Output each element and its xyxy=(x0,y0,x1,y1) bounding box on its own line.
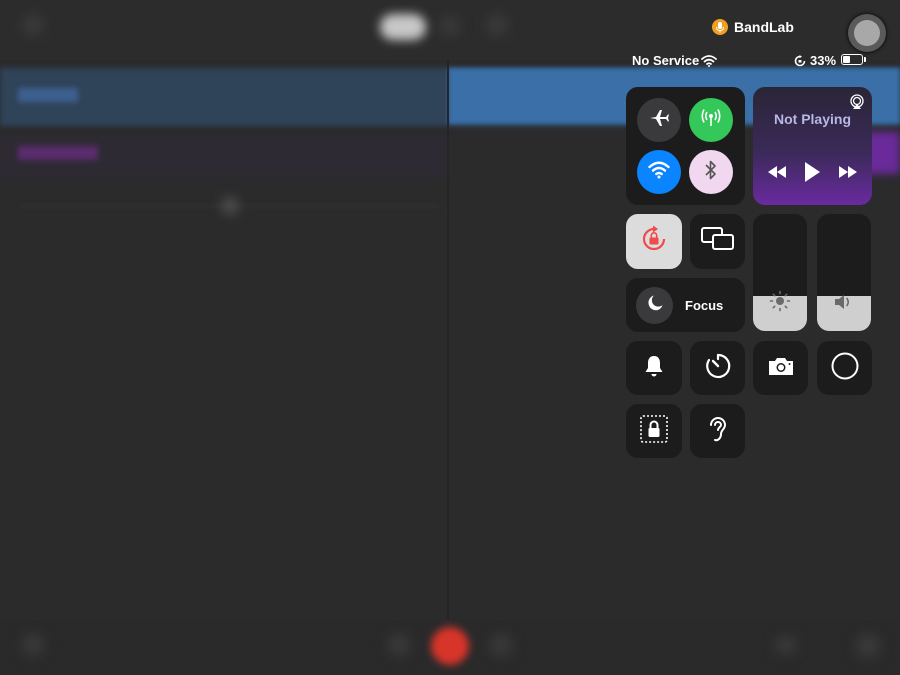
now-playing-title: Not Playing xyxy=(773,111,851,127)
wifi-toggle[interactable] xyxy=(637,150,681,194)
background-bottom-icon xyxy=(22,634,44,656)
rewind-icon[interactable] xyxy=(767,165,787,184)
screen-record-icon xyxy=(830,351,860,386)
focus-icon-circle xyxy=(636,286,673,324)
background-bottom-icon xyxy=(856,634,880,658)
mic-icon xyxy=(712,19,728,35)
screen-mirroring-button[interactable] xyxy=(690,214,745,269)
orientation-lock-status-icon xyxy=(794,54,806,72)
silent-mode-button[interactable] xyxy=(626,341,682,395)
background-toolbar-icon xyxy=(22,14,44,36)
wifi-icon xyxy=(648,161,670,184)
hearing-icon xyxy=(706,414,730,449)
background-toolbar-icon xyxy=(486,14,508,36)
active-app-name: BandLab xyxy=(734,19,794,35)
background-divider xyxy=(447,60,449,620)
cellular-icon xyxy=(700,107,722,134)
bell-icon xyxy=(643,354,665,383)
volume-icon-wrap xyxy=(817,292,871,317)
camera-icon xyxy=(767,355,795,382)
background-toolbar-pill xyxy=(380,14,426,40)
brightness-icon-wrap xyxy=(753,290,807,317)
connectivity-module xyxy=(626,87,745,205)
wifi-status-icon xyxy=(701,54,717,72)
carrier-status: No Service xyxy=(632,53,699,68)
carrier-text: No Service xyxy=(632,53,700,68)
focus-label: Focus xyxy=(685,297,724,313)
screen-mirroring-icon xyxy=(700,227,735,256)
bluetooth-toggle[interactable] xyxy=(689,150,733,194)
background-bottom-icon xyxy=(775,636,797,654)
battery-percent-text: 33% xyxy=(810,53,837,68)
brightness-icon xyxy=(769,290,791,317)
now-playing-module[interactable]: Not Playing xyxy=(753,87,872,205)
moon-icon xyxy=(646,294,664,317)
battery-level xyxy=(843,56,850,63)
background-toolbar-icon xyxy=(440,16,460,36)
rotation-lock-icon xyxy=(639,224,669,259)
background-track-label xyxy=(18,146,98,160)
play-icon[interactable] xyxy=(803,161,821,188)
hearing-button[interactable] xyxy=(690,404,745,458)
volume-icon xyxy=(833,292,855,317)
battery-percent: 33% xyxy=(810,53,836,68)
timer-button[interactable] xyxy=(690,341,745,395)
bluetooth-icon xyxy=(704,159,718,186)
focus-button[interactable]: Focus xyxy=(626,278,745,332)
camera-button[interactable] xyxy=(753,341,808,395)
background-track-label xyxy=(18,88,78,102)
airplane-icon xyxy=(648,107,670,134)
brightness-slider[interactable] xyxy=(753,214,807,331)
media-controls xyxy=(753,161,872,188)
active-app-indicator[interactable]: BandLab xyxy=(712,18,794,36)
assistive-touch-button[interactable] xyxy=(848,14,886,52)
guided-access-icon xyxy=(639,414,669,449)
fast-forward-icon[interactable] xyxy=(838,165,858,184)
background-record-button xyxy=(431,627,469,665)
background-slider-knob xyxy=(222,198,238,214)
cellular-data-toggle[interactable] xyxy=(689,98,733,142)
battery-icon xyxy=(841,54,866,65)
airplane-mode-toggle[interactable] xyxy=(637,98,681,142)
screen-recording-button[interactable] xyxy=(817,341,872,395)
background-bottom-icon xyxy=(490,634,512,656)
rotation-lock-toggle[interactable] xyxy=(626,214,682,269)
timer-icon xyxy=(704,352,732,385)
background-bottom-icon xyxy=(388,634,410,656)
volume-slider[interactable] xyxy=(817,214,871,331)
guided-access-button[interactable] xyxy=(626,404,682,458)
